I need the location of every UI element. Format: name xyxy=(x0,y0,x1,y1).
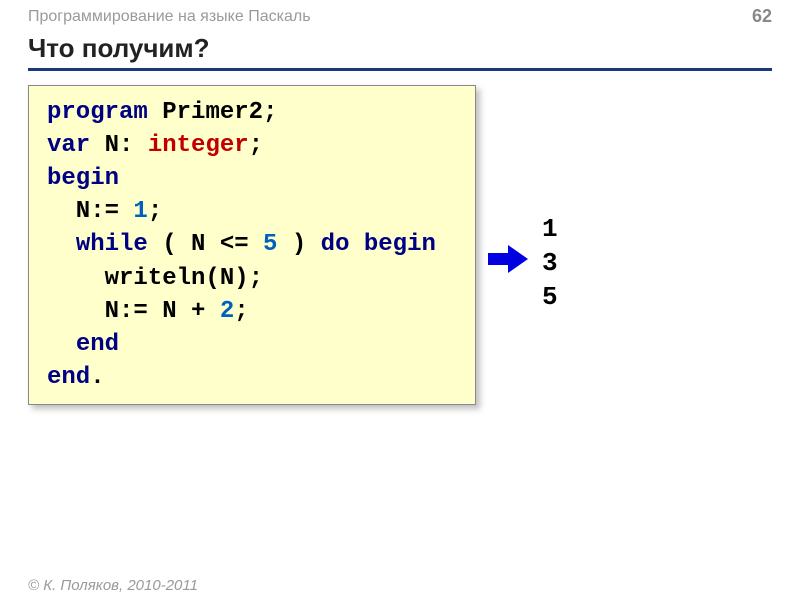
subject-text: Программирование на языке Паскаль xyxy=(28,8,311,26)
code-block: program Primer2; var N: integer; begin N… xyxy=(28,85,476,405)
slide-header: Программирование на языке Паскаль 62 xyxy=(0,0,800,31)
title-area: Что получим? xyxy=(0,31,800,71)
code-line: N:= 1; xyxy=(47,195,457,228)
arrow-wrap xyxy=(488,245,528,273)
content-area: program Primer2; var N: integer; begin N… xyxy=(0,71,800,419)
footer-copyright: © К. Поляков, 2010-2011 xyxy=(28,577,198,594)
code-line: end. xyxy=(47,361,457,394)
code-line: N:= N + 2; xyxy=(47,295,457,328)
page-number: 62 xyxy=(752,6,772,27)
code-line: begin xyxy=(47,162,457,195)
output-line: 3 xyxy=(542,247,558,281)
arrow-right-icon xyxy=(488,245,528,273)
code-line: writeln(N); xyxy=(47,262,457,295)
program-output: 1 3 5 xyxy=(542,213,558,314)
code-line: end xyxy=(47,328,457,361)
output-line: 1 xyxy=(542,213,558,247)
output-line: 5 xyxy=(542,281,558,315)
code-line: var N: integer; xyxy=(47,129,457,162)
slide-title: Что получим? xyxy=(28,33,772,66)
code-line: program Primer2; xyxy=(47,96,457,129)
code-line: while ( N <= 5 ) do begin xyxy=(47,228,457,261)
